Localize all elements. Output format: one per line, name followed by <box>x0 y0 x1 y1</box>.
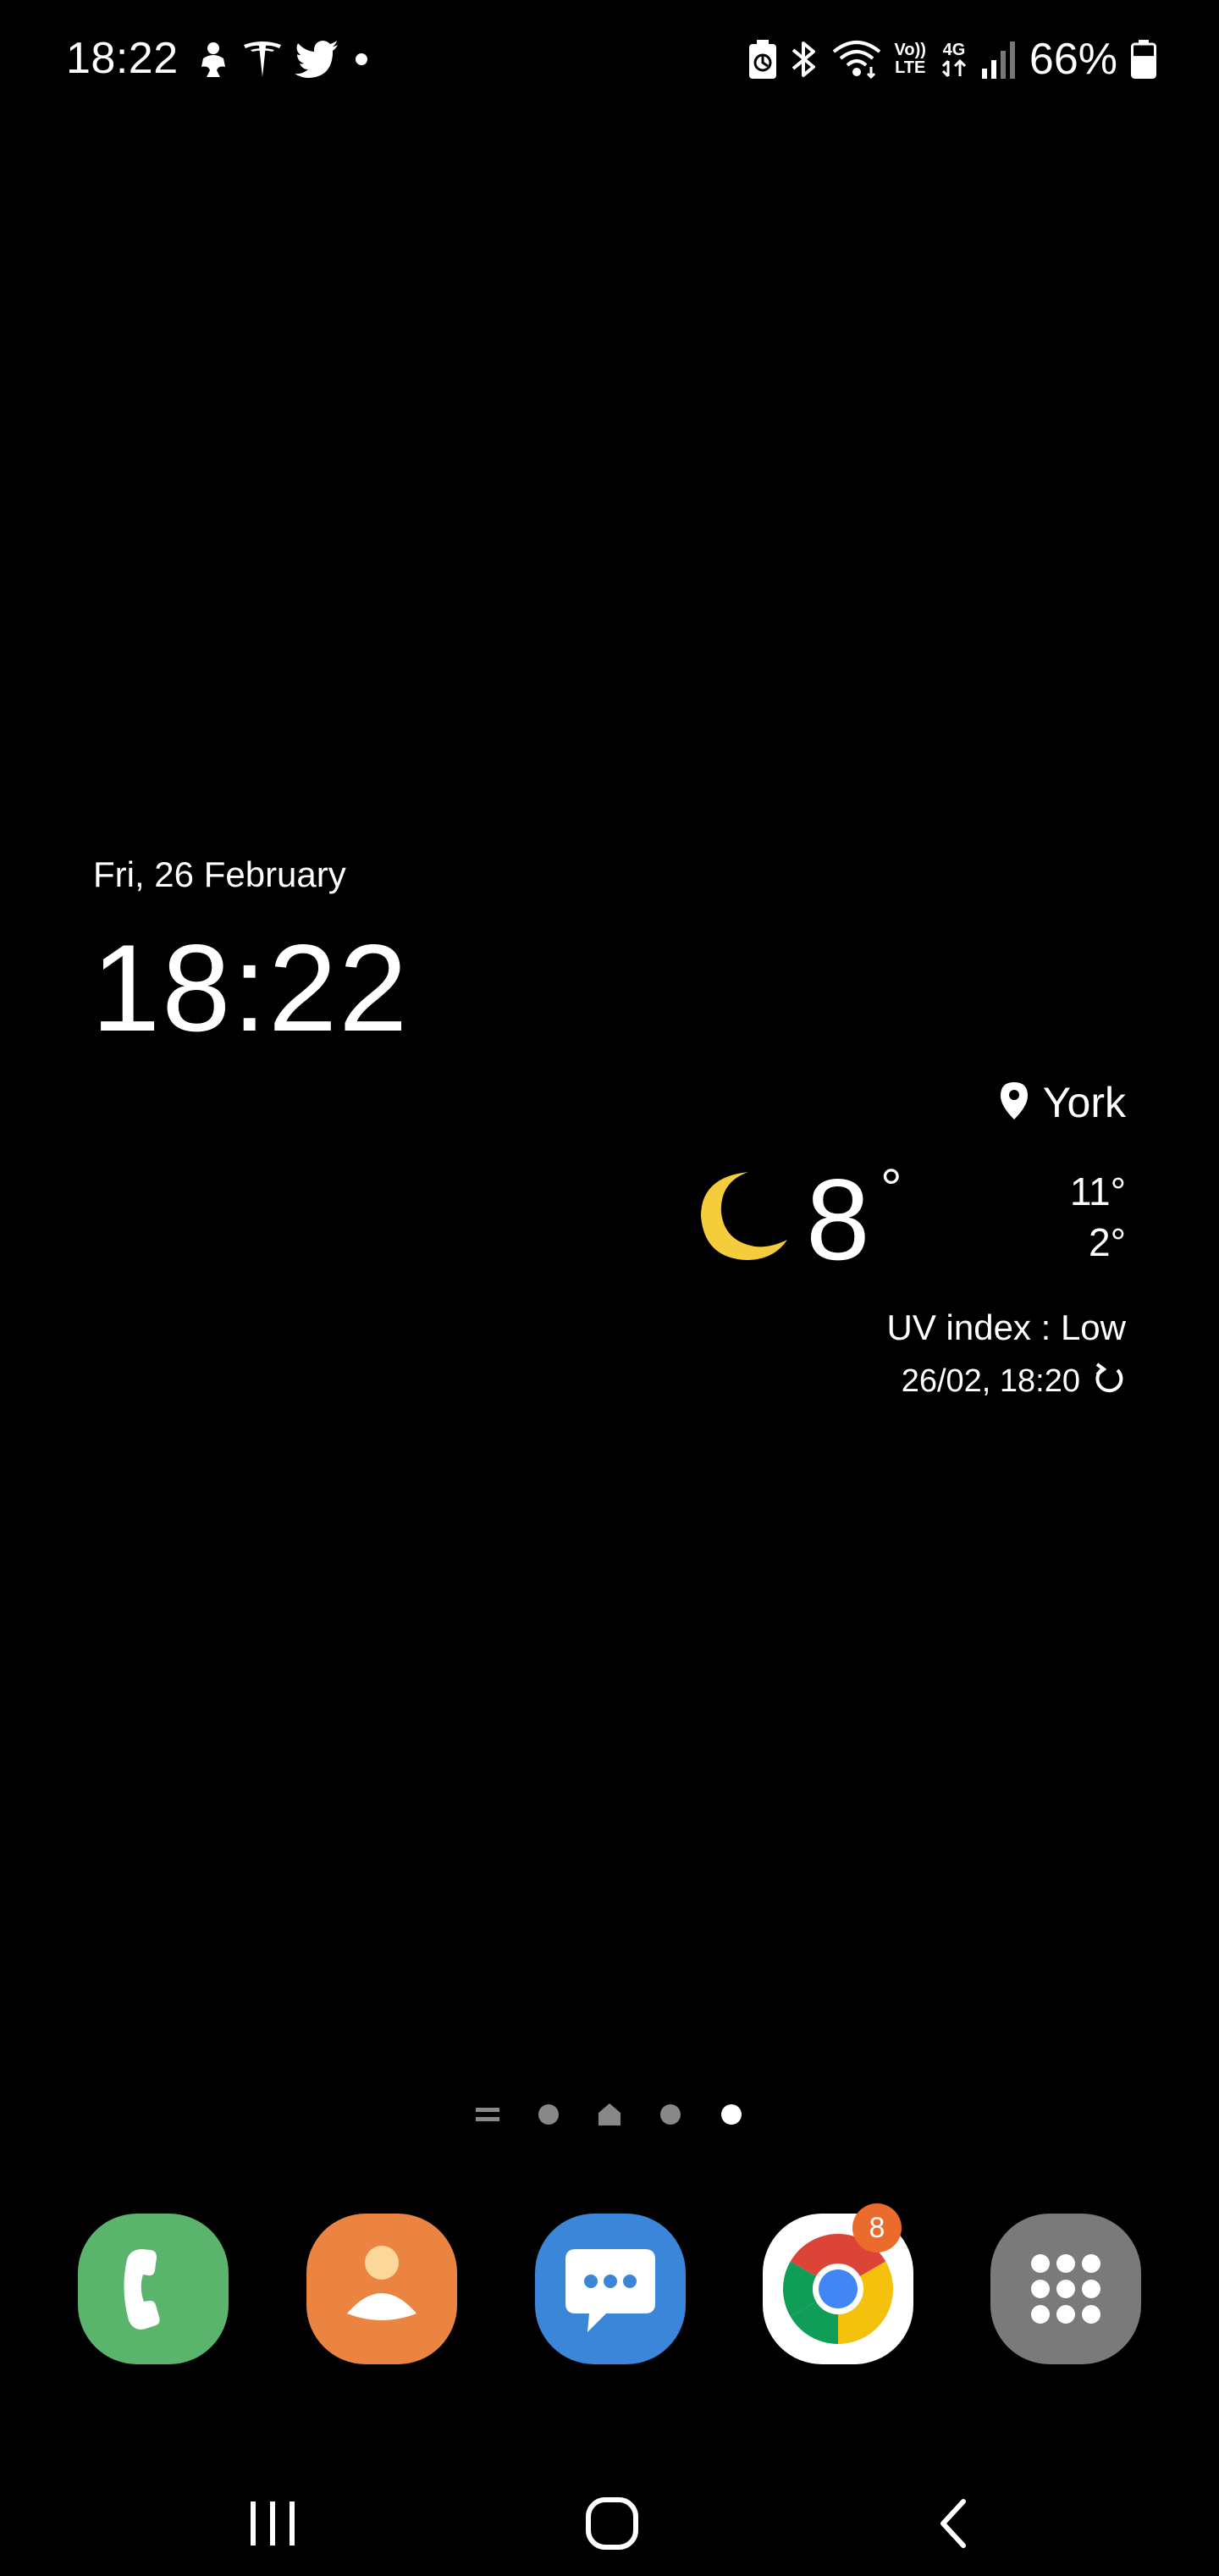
recent-apps-icon <box>247 2500 298 2551</box>
weather-updated[interactable]: 26/02, 18:20 <box>902 1357 1126 1405</box>
contacts-app[interactable] <box>306 2214 457 2364</box>
battery-saver-icon <box>748 40 776 79</box>
notification-icons <box>196 37 372 81</box>
phone-app[interactable] <box>78 2214 229 2364</box>
page-dot-active[interactable] <box>720 2103 743 2130</box>
updated-time: 26/02, 18:20 <box>901 1363 1080 1399</box>
notification-badge: 8 <box>852 2203 902 2253</box>
message-icon <box>535 2214 686 2364</box>
apps-grid-icon <box>990 2214 1141 2364</box>
high-temperature: 11° <box>1069 1169 1126 1213</box>
home-page-indicator-icon[interactable] <box>598 2103 621 2130</box>
status-bar[interactable]: 18:22 Vo)) LTE 4G 66% <box>0 0 1219 119</box>
lte-label: LTE <box>895 58 926 77</box>
apps-drawer-button[interactable] <box>990 2214 1141 2364</box>
more-dot-icon <box>350 48 372 70</box>
messages-app[interactable] <box>535 2214 686 2364</box>
location-name: York <box>1042 1079 1126 1126</box>
page-dot[interactable] <box>537 2103 560 2130</box>
degree-symbol: ° <box>880 1158 902 1219</box>
volte-icon: Vo)) LTE <box>895 41 926 77</box>
navigation-bar <box>0 2456 1219 2574</box>
back-button[interactable] <box>902 2474 1004 2576</box>
back-icon <box>936 2498 970 2552</box>
weather-location: York <box>1000 1075 1126 1130</box>
4g-data-icon: 4G <box>940 41 968 78</box>
system-icons: Vo)) LTE 4G 66% <box>748 32 1156 86</box>
bluetooth-icon <box>790 40 819 79</box>
battery-percent: 66% <box>1029 35 1117 84</box>
moon-icon <box>699 1169 792 1265</box>
home-icon <box>585 2496 639 2554</box>
location-pin-icon <box>1000 1082 1028 1123</box>
page-dot[interactable] <box>659 2103 682 2130</box>
tesla-icon <box>242 40 283 79</box>
volte-label: Vo)) <box>894 41 926 59</box>
wifi-icon <box>832 40 881 79</box>
chrome-app[interactable]: 8 <box>763 2203 913 2364</box>
twitter-icon <box>295 41 339 78</box>
battery-icon <box>1131 40 1156 79</box>
date-label: Fri, 26 February <box>93 854 346 894</box>
network-type-label: 4G <box>942 41 966 59</box>
app-dock: 8 <box>78 2203 1141 2366</box>
contact-icon <box>306 2214 457 2364</box>
current-temperature: 8 <box>806 1155 870 1284</box>
list-page-indicator-icon[interactable] <box>476 2103 499 2130</box>
clock-time: 18:22 <box>91 919 410 1057</box>
low-temperature: 2° <box>1089 1220 1126 1264</box>
weather-widget[interactable]: York 8 ° 11° 2° UV index : Low 26/02, 18… <box>618 1067 1126 1406</box>
page-indicator[interactable] <box>0 2095 1219 2137</box>
signal-icon <box>981 40 1016 79</box>
phone-icon <box>78 2214 229 2364</box>
child-mode-icon <box>196 40 230 79</box>
uv-index: UV index : Low <box>886 1307 1126 1347</box>
refresh-icon[interactable] <box>1092 1363 1126 1400</box>
home-button[interactable] <box>561 2474 663 2576</box>
status-time: 18:22 <box>66 34 179 83</box>
recent-apps-button[interactable] <box>222 2474 323 2576</box>
